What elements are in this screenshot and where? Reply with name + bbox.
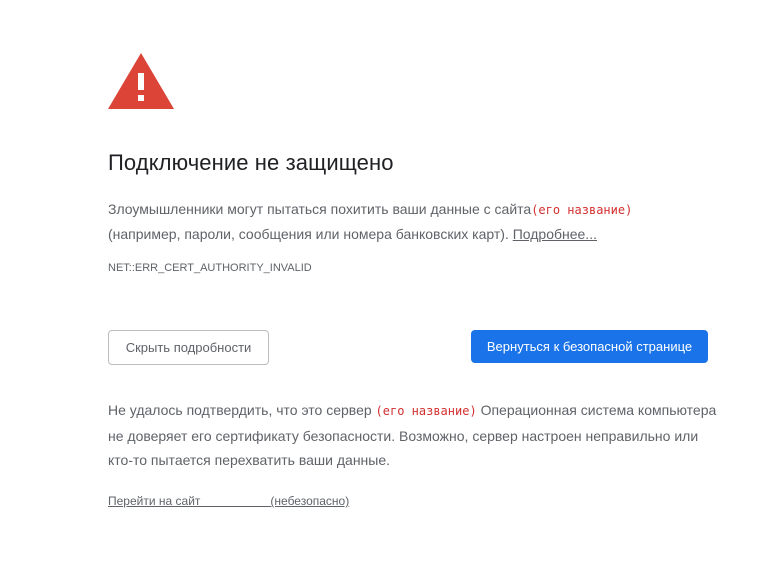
page-title: Подключение не защищено bbox=[108, 150, 394, 175]
proceed-unsafe-link[interactable]: Перейти на сайт (небезопасно) bbox=[108, 494, 349, 508]
main-message-text: Злоумышленники могут пытаться похитить в… bbox=[108, 201, 532, 217]
details-text: Не удалось подтвердить, что это сервер (… bbox=[108, 398, 718, 473]
back-to-safety-button[interactable]: Вернуться к безопасной странице bbox=[471, 330, 708, 363]
site-name-annotation: (его название) bbox=[531, 203, 633, 217]
hide-details-button[interactable]: Скрыть подробности bbox=[108, 330, 269, 365]
error-code: NET::ERR_CERT_AUTHORITY_INVALID bbox=[108, 262, 312, 274]
warning-icon bbox=[108, 53, 174, 109]
main-message-text-continued: (например, пароли, сообщения или номера … bbox=[108, 226, 509, 242]
details-site-name-annotation: (его название) bbox=[375, 404, 477, 418]
details-text-start: Не удалось подтвердить, что это сервер bbox=[108, 402, 372, 418]
learn-more-link[interactable]: Подробнее... bbox=[513, 226, 597, 242]
main-message: Злоумышленники могут пытаться похитить в… bbox=[108, 197, 718, 246]
